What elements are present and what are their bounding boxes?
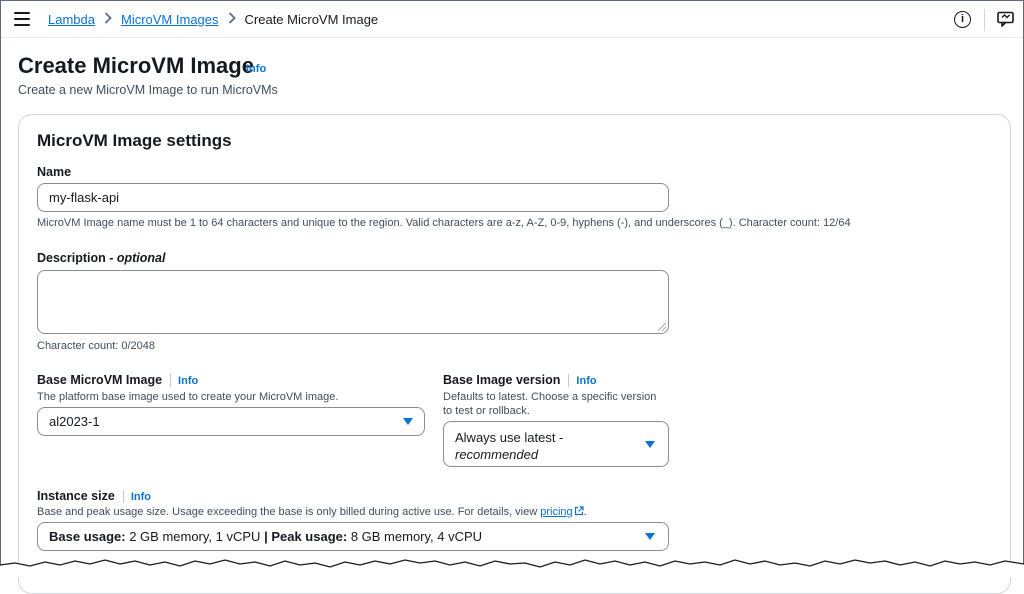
breadcrumb-microvm-images[interactable]: MicroVM Images bbox=[121, 12, 219, 27]
info-panel-icon[interactable]: i bbox=[954, 11, 971, 28]
base-usage-value: 2 GB memory, 1 vCPU bbox=[125, 529, 265, 544]
instance-size-label-text: Instance size bbox=[37, 489, 115, 503]
base-version-label-text: Base Image version bbox=[443, 373, 561, 387]
description-hint: Character count: 0/2048 bbox=[37, 340, 156, 352]
title-info-link[interactable]: Info bbox=[246, 63, 266, 75]
instance-size-hint: Base and peak usage size. Usage exceedin… bbox=[37, 505, 587, 519]
base-version-hint-line2: to test or rollback. bbox=[443, 405, 530, 417]
name-input-value: my-flask-api bbox=[49, 190, 120, 205]
name-input[interactable]: my-flask-api bbox=[37, 183, 669, 212]
base-version-hint: Defaults to latest. Choose a specific ve… bbox=[443, 390, 656, 418]
pricing-link[interactable]: pricing bbox=[540, 506, 572, 518]
base-image-select[interactable]: al2023-1 bbox=[37, 407, 425, 436]
name-hint: MicroVM Image name must be 1 to 64 chara… bbox=[37, 217, 851, 229]
instance-size-hint-end: . bbox=[583, 506, 587, 518]
instance-size-label: Instance size Info bbox=[37, 489, 151, 504]
caret-down-icon bbox=[645, 441, 655, 448]
instance-size-hint-text: Base and peak usage size. Usage exceedin… bbox=[37, 506, 541, 518]
name-label: Name bbox=[37, 165, 72, 179]
chevron-right-icon bbox=[104, 12, 112, 27]
base-image-label: Base MicroVM Image Info bbox=[37, 373, 198, 388]
caret-down-icon bbox=[403, 418, 413, 425]
peak-usage-label: Peak usage: bbox=[267, 529, 348, 544]
base-version-label: Base Image version Info bbox=[443, 373, 597, 388]
base-version-hint-line1: Defaults to latest. Choose a specific ve… bbox=[443, 391, 657, 403]
torn-edge bbox=[0, 559, 1024, 577]
peak-usage-value: 8 GB memory, 4 vCPU bbox=[347, 529, 483, 544]
page-title: Create MicroVM Image bbox=[18, 53, 254, 78]
feedback-icon[interactable] bbox=[997, 11, 1014, 28]
section-title: MicroVM Image settings bbox=[37, 131, 232, 150]
resize-handle-icon[interactable] bbox=[658, 323, 666, 331]
base-image-info-link[interactable]: Info bbox=[178, 375, 198, 387]
breadcrumb: Lambda MicroVM Images Create MicroVM Ima… bbox=[48, 12, 378, 27]
label-divider bbox=[170, 374, 172, 388]
base-version-value-line2: recommended bbox=[455, 447, 539, 462]
settings-container: MicroVM Image settings Name my-flask-api… bbox=[18, 114, 1011, 594]
breadcrumb-lambda[interactable]: Lambda bbox=[48, 12, 95, 27]
caret-down-icon bbox=[645, 533, 655, 540]
topbar-divider bbox=[984, 9, 985, 31]
menu-icon[interactable] bbox=[14, 12, 30, 26]
base-version-info-link[interactable]: Info bbox=[576, 375, 596, 387]
base-version-select[interactable]: Always use latest - recommended bbox=[443, 421, 669, 467]
label-divider bbox=[122, 490, 124, 504]
description-label: Description - optional bbox=[37, 251, 165, 265]
base-image-hint: The platform base image used to create y… bbox=[37, 391, 339, 403]
base-usage-label: Base usage: bbox=[49, 529, 126, 544]
instance-size-select[interactable]: Base usage: 2 GB memory, 1 vCPU | Peak u… bbox=[37, 522, 669, 551]
chevron-right-icon bbox=[228, 12, 236, 27]
description-label-text: Description - bbox=[37, 251, 117, 265]
description-optional: optional bbox=[116, 251, 166, 265]
external-link-icon bbox=[573, 506, 584, 518]
base-version-value-line1: Always use latest - bbox=[455, 430, 564, 445]
description-textarea[interactable] bbox=[37, 270, 669, 334]
base-image-value: al2023-1 bbox=[49, 414, 100, 429]
base-image-label-text: Base MicroVM Image bbox=[37, 373, 163, 387]
label-divider bbox=[568, 374, 570, 388]
page-subtitle: Create a new MicroVM Image to run MicroV… bbox=[18, 83, 278, 97]
page: Lambda MicroVM Images Create MicroVM Ima… bbox=[0, 0, 1024, 594]
breadcrumb-current: Create MicroVM Image bbox=[244, 12, 379, 27]
instance-size-info-link[interactable]: Info bbox=[131, 491, 151, 503]
top-navigation-bar: Lambda MicroVM Images Create MicroVM Ima… bbox=[1, 1, 1023, 38]
